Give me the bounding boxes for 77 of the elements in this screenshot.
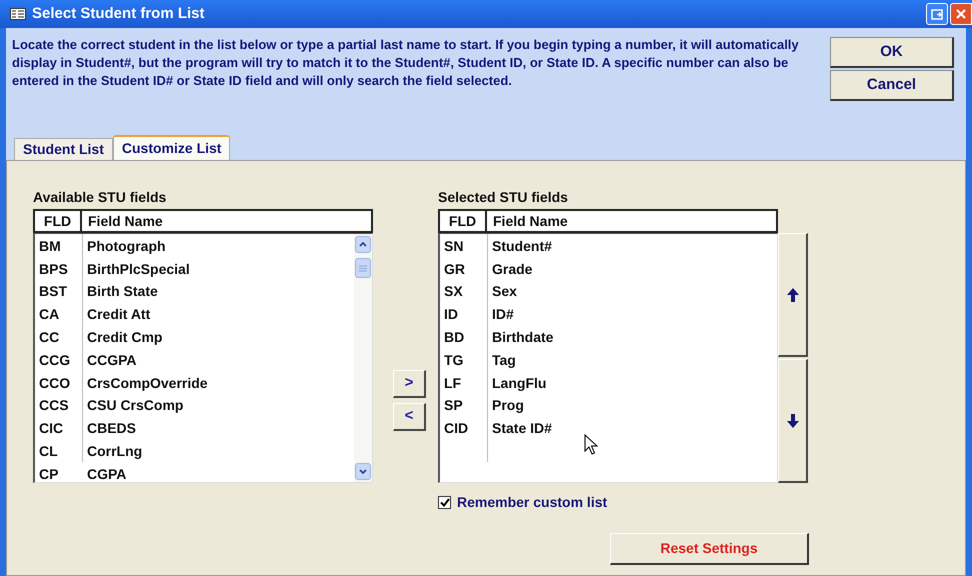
mouse-cursor-icon bbox=[584, 434, 598, 456]
scroll-thumb[interactable] bbox=[355, 258, 371, 278]
form-icon bbox=[10, 8, 26, 20]
field-code: CCS bbox=[38, 396, 70, 416]
chevron-down-icon bbox=[359, 469, 367, 474]
field-name: CrsCompOverride bbox=[86, 374, 208, 393]
field-name: Credit Att bbox=[86, 305, 150, 324]
field-name: CorrLng bbox=[86, 442, 142, 462]
field-code: LF bbox=[443, 374, 462, 393]
field-code: CA bbox=[38, 305, 60, 324]
field-name: Student# bbox=[491, 236, 552, 256]
list-box[interactable]: SN Student# GR Grade SX Sex ID ID# BD Birthdate TG Tag LF LangFlu SP Prog CID State ID# bbox=[438, 233, 778, 483]
dialog-button[interactable]: OK bbox=[830, 37, 954, 68]
column-header: FLD bbox=[440, 211, 487, 231]
field-code: TG bbox=[443, 350, 464, 370]
list-title: Available STU fields bbox=[33, 188, 168, 207]
field-code: SP bbox=[443, 396, 464, 416]
field-code: BM bbox=[38, 236, 62, 256]
field-code: BST bbox=[38, 282, 68, 302]
field-name: Grade bbox=[491, 260, 532, 279]
field-name: BirthPlcSpecial bbox=[86, 260, 190, 279]
field-name: State ID# bbox=[491, 419, 552, 438]
reset-settings-button[interactable]: Reset Settings bbox=[610, 533, 809, 565]
instructions-text: Locate the correct student in the list below or type a partial last name to start. If you begin typing a number, it will automatically display in Student#, but the program will try to match it to the Student#, Student ID, or State ID. A specific number can also be entered in the Student ID# or State ID field and will only search the field selected. bbox=[11, 36, 800, 90]
window-title: Select Student from List bbox=[32, 4, 205, 24]
list-box[interactable]: BM Photograph BPS BirthPlcSpecial BST Birth State CA Credit Att CC Credit Cmp CCG CCGPA CCO CrsCompOverride CCS CSU CrsComp CIC CBEDS CL CorrLng CP CGPA bbox=[33, 233, 373, 483]
field-code: CP bbox=[38, 464, 60, 484]
tab[interactable]: Customize List bbox=[112, 135, 230, 160]
dialog-button[interactable]: Cancel bbox=[830, 70, 954, 101]
field-name: CGPA bbox=[86, 464, 126, 484]
field-code: ID bbox=[443, 305, 459, 324]
tab[interactable]: Student List bbox=[14, 138, 113, 160]
arrow-down-icon bbox=[786, 414, 798, 428]
checkmark-icon bbox=[440, 498, 450, 507]
field-code: BD bbox=[443, 328, 466, 348]
restore-icon bbox=[931, 8, 943, 20]
close-icon bbox=[955, 8, 967, 20]
checkbox[interactable] bbox=[438, 496, 451, 509]
field-code: SX bbox=[443, 282, 464, 302]
field-code: BPS bbox=[38, 260, 69, 279]
field-name: LangFlu bbox=[491, 374, 546, 393]
field-name: Birthdate bbox=[491, 328, 554, 348]
column-header: FLD bbox=[35, 211, 82, 231]
field-name: Photograph bbox=[86, 236, 166, 256]
move-button[interactable]: < bbox=[393, 403, 426, 431]
scroll-up-button[interactable] bbox=[355, 236, 371, 253]
move-button[interactable]: > bbox=[393, 370, 426, 398]
restore-button[interactable] bbox=[926, 3, 948, 25]
field-code: CL bbox=[38, 442, 59, 462]
chevron-up-icon bbox=[359, 242, 367, 247]
field-name: Tag bbox=[491, 350, 516, 370]
scroll-down-button[interactable] bbox=[355, 463, 371, 480]
close-button[interactable] bbox=[950, 3, 972, 25]
field-name: CBEDS bbox=[86, 419, 136, 438]
field-name: ID# bbox=[491, 305, 514, 324]
column-header: Field Name bbox=[87, 212, 163, 230]
grip-icon bbox=[359, 264, 367, 272]
field-code: CCG bbox=[38, 350, 72, 370]
field-name: Prog bbox=[491, 396, 524, 416]
field-name: CCGPA bbox=[86, 350, 137, 370]
checkbox-label: Remember custom list bbox=[457, 493, 608, 512]
field-code: CCO bbox=[38, 374, 72, 393]
field-code: CC bbox=[38, 328, 60, 348]
field-code: CID bbox=[443, 419, 470, 438]
list-title: Selected STU fields bbox=[438, 188, 569, 207]
move-up-button[interactable] bbox=[778, 233, 808, 357]
column-header: Field Name bbox=[492, 212, 568, 230]
field-name: Credit Cmp bbox=[86, 328, 162, 348]
field-name: Sex bbox=[491, 282, 517, 302]
scrollbar[interactable] bbox=[354, 234, 372, 482]
field-name: Birth State bbox=[86, 282, 158, 302]
move-down-button[interactable] bbox=[778, 359, 808, 483]
field-code: SN bbox=[443, 236, 464, 256]
field-code: CIC bbox=[38, 419, 64, 438]
field-code: GR bbox=[443, 260, 466, 279]
field-name: CSU CrsComp bbox=[86, 396, 184, 416]
arrow-up-icon bbox=[786, 288, 798, 302]
